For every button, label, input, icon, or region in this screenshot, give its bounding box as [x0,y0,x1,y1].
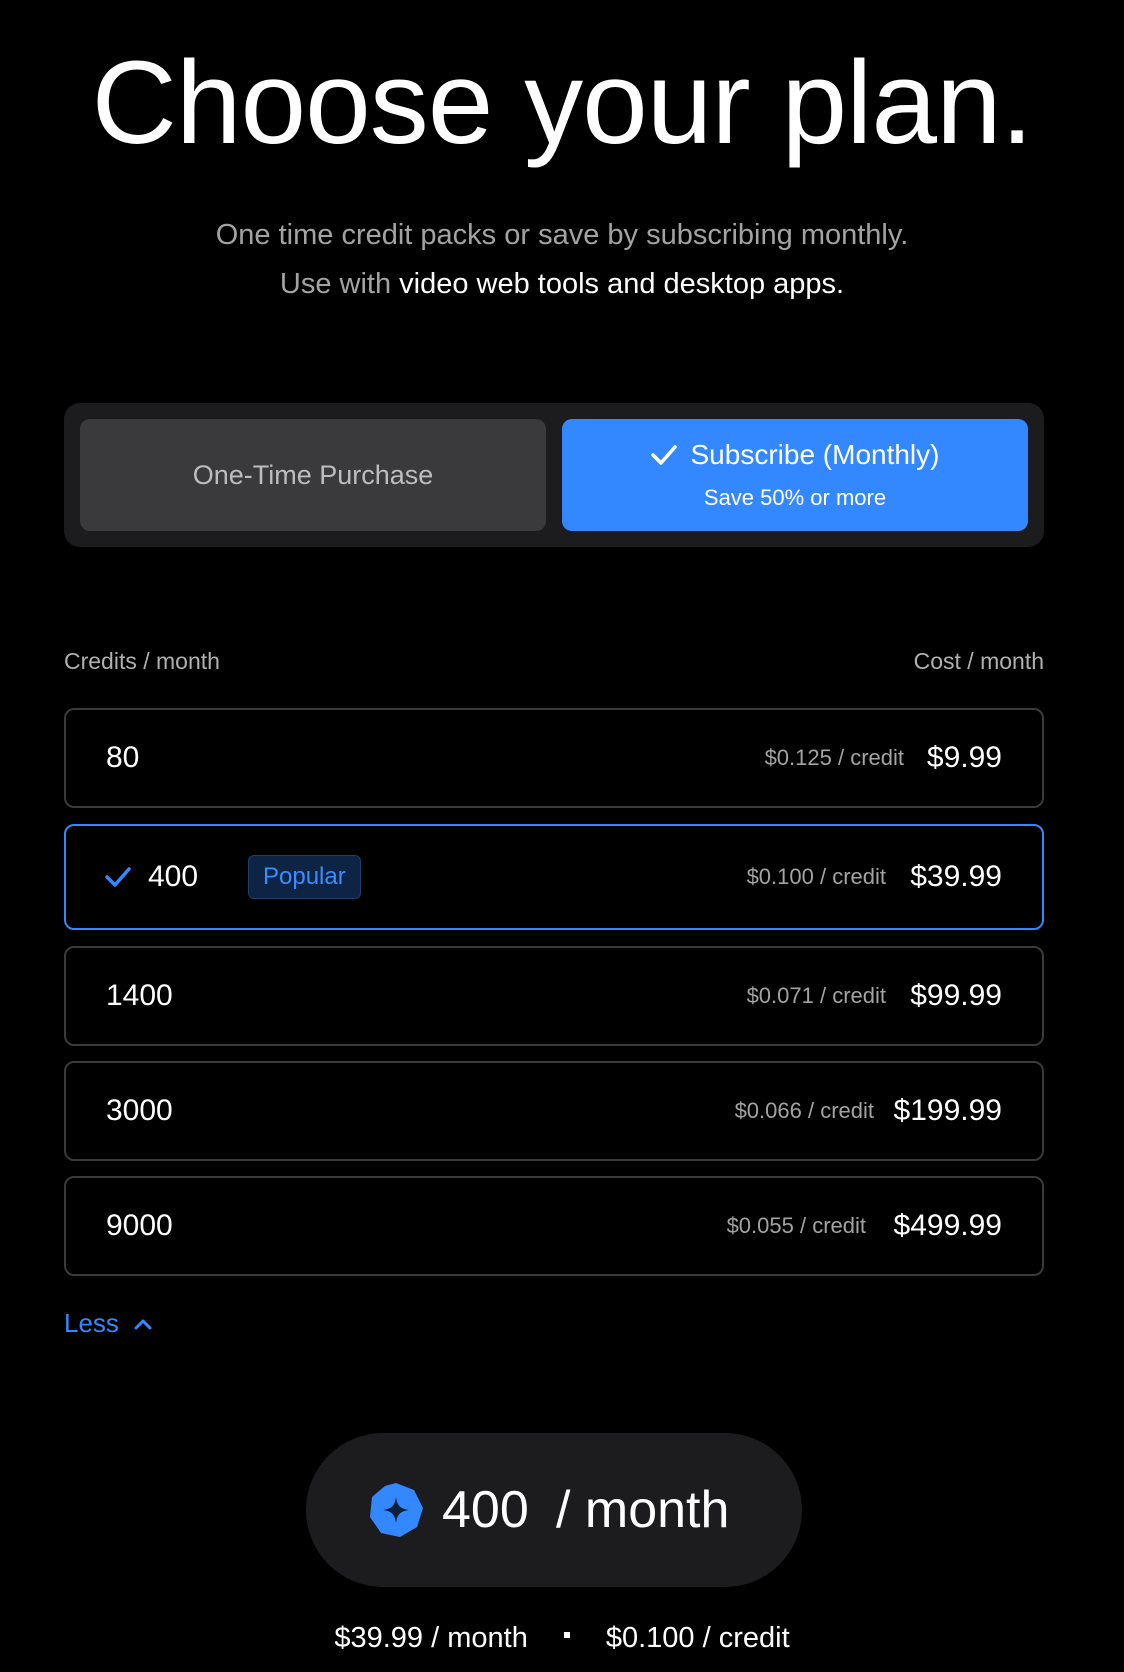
plan-credits: 400 [148,860,199,893]
plan-price: $39.99 [910,860,1002,893]
subtitle-prefix: Use with [279,268,400,300]
plan-credits: 3000 [106,1094,173,1127]
show-less-button[interactable]: Less [64,1308,153,1339]
plan-credits: 1400 [106,979,173,1012]
credits-column-header: Credits / month [64,648,220,674]
plan-price: $499.99 [893,1209,1002,1242]
summary-credits: 400 [442,1481,529,1539]
subscribe-monthly-button[interactable]: Subscribe (Monthly) Save 50% or more [562,419,1028,531]
summary-unit: / month [556,1481,730,1539]
plan-rate: $0.071 / credit [746,983,886,1008]
plan-rate: $0.055 / credit [726,1213,866,1238]
plan-credits: 9000 [106,1209,173,1242]
plan-rate: $0.100 / credit [746,864,886,889]
check-icon [105,867,131,887]
plan-row-400[interactable]: 400 Popular $0.100 / credit $39.99 [64,824,1044,930]
cost-column-header: Cost / month [913,648,1044,674]
plan-row-3000[interactable]: 3000 $0.066 / credit $199.99 [64,1061,1044,1161]
plan-row-9000[interactable]: 9000 $0.055 / credit $499.99 [64,1176,1044,1276]
one-time-purchase-label: One-Time Purchase [192,459,434,490]
subscribe-label: Subscribe (Monthly) [690,439,940,470]
subscribe-savings-note: Save 50% or more [703,485,887,510]
plan-price: $9.99 [926,741,1002,774]
plan-row-80[interactable]: 80 $0.125 / credit $9.99 [64,708,1044,808]
separator-dot [563,1632,570,1639]
show-less-label: Less [64,1308,119,1338]
plan-price: $199.99 [893,1094,1002,1127]
check-icon [650,445,677,465]
page-title: Choose your plan. [91,37,1034,169]
plan-price: $99.99 [910,979,1002,1012]
summary-price: $39.99 / month [334,1622,528,1654]
subtitle-line-1: One time credit packs or save by subscri… [215,219,909,251]
one-time-purchase-button[interactable]: One-Time Purchase [80,419,546,531]
plan-row-1400[interactable]: 1400 $0.071 / credit $99.99 [64,946,1044,1046]
subtitle-highlight: video web tools and desktop apps. [399,268,845,300]
chevron-up-icon [134,1319,152,1329]
summary-footer: $39.99 / month $0.100 / credit [0,1622,1124,1655]
summary-rate: $0.100 / credit [605,1622,790,1654]
subtitle-line-2: Use with video web tools and desktop app… [0,266,1124,302]
plan-credits: 80 [106,741,140,774]
popular-badge: Popular [248,855,361,899]
plan-rate: $0.125 / credit [764,745,904,770]
plan-rate: $0.066 / credit [734,1098,874,1123]
purchase-type-toggle: One-Time Purchase Subscribe (Monthly) Sa… [64,403,1044,547]
selected-plan-summary: 400 / month [306,1433,802,1587]
subscribe-main-line: Subscribe (Monthly) [562,439,1028,471]
sparkle-badge-icon [370,1483,423,1537]
